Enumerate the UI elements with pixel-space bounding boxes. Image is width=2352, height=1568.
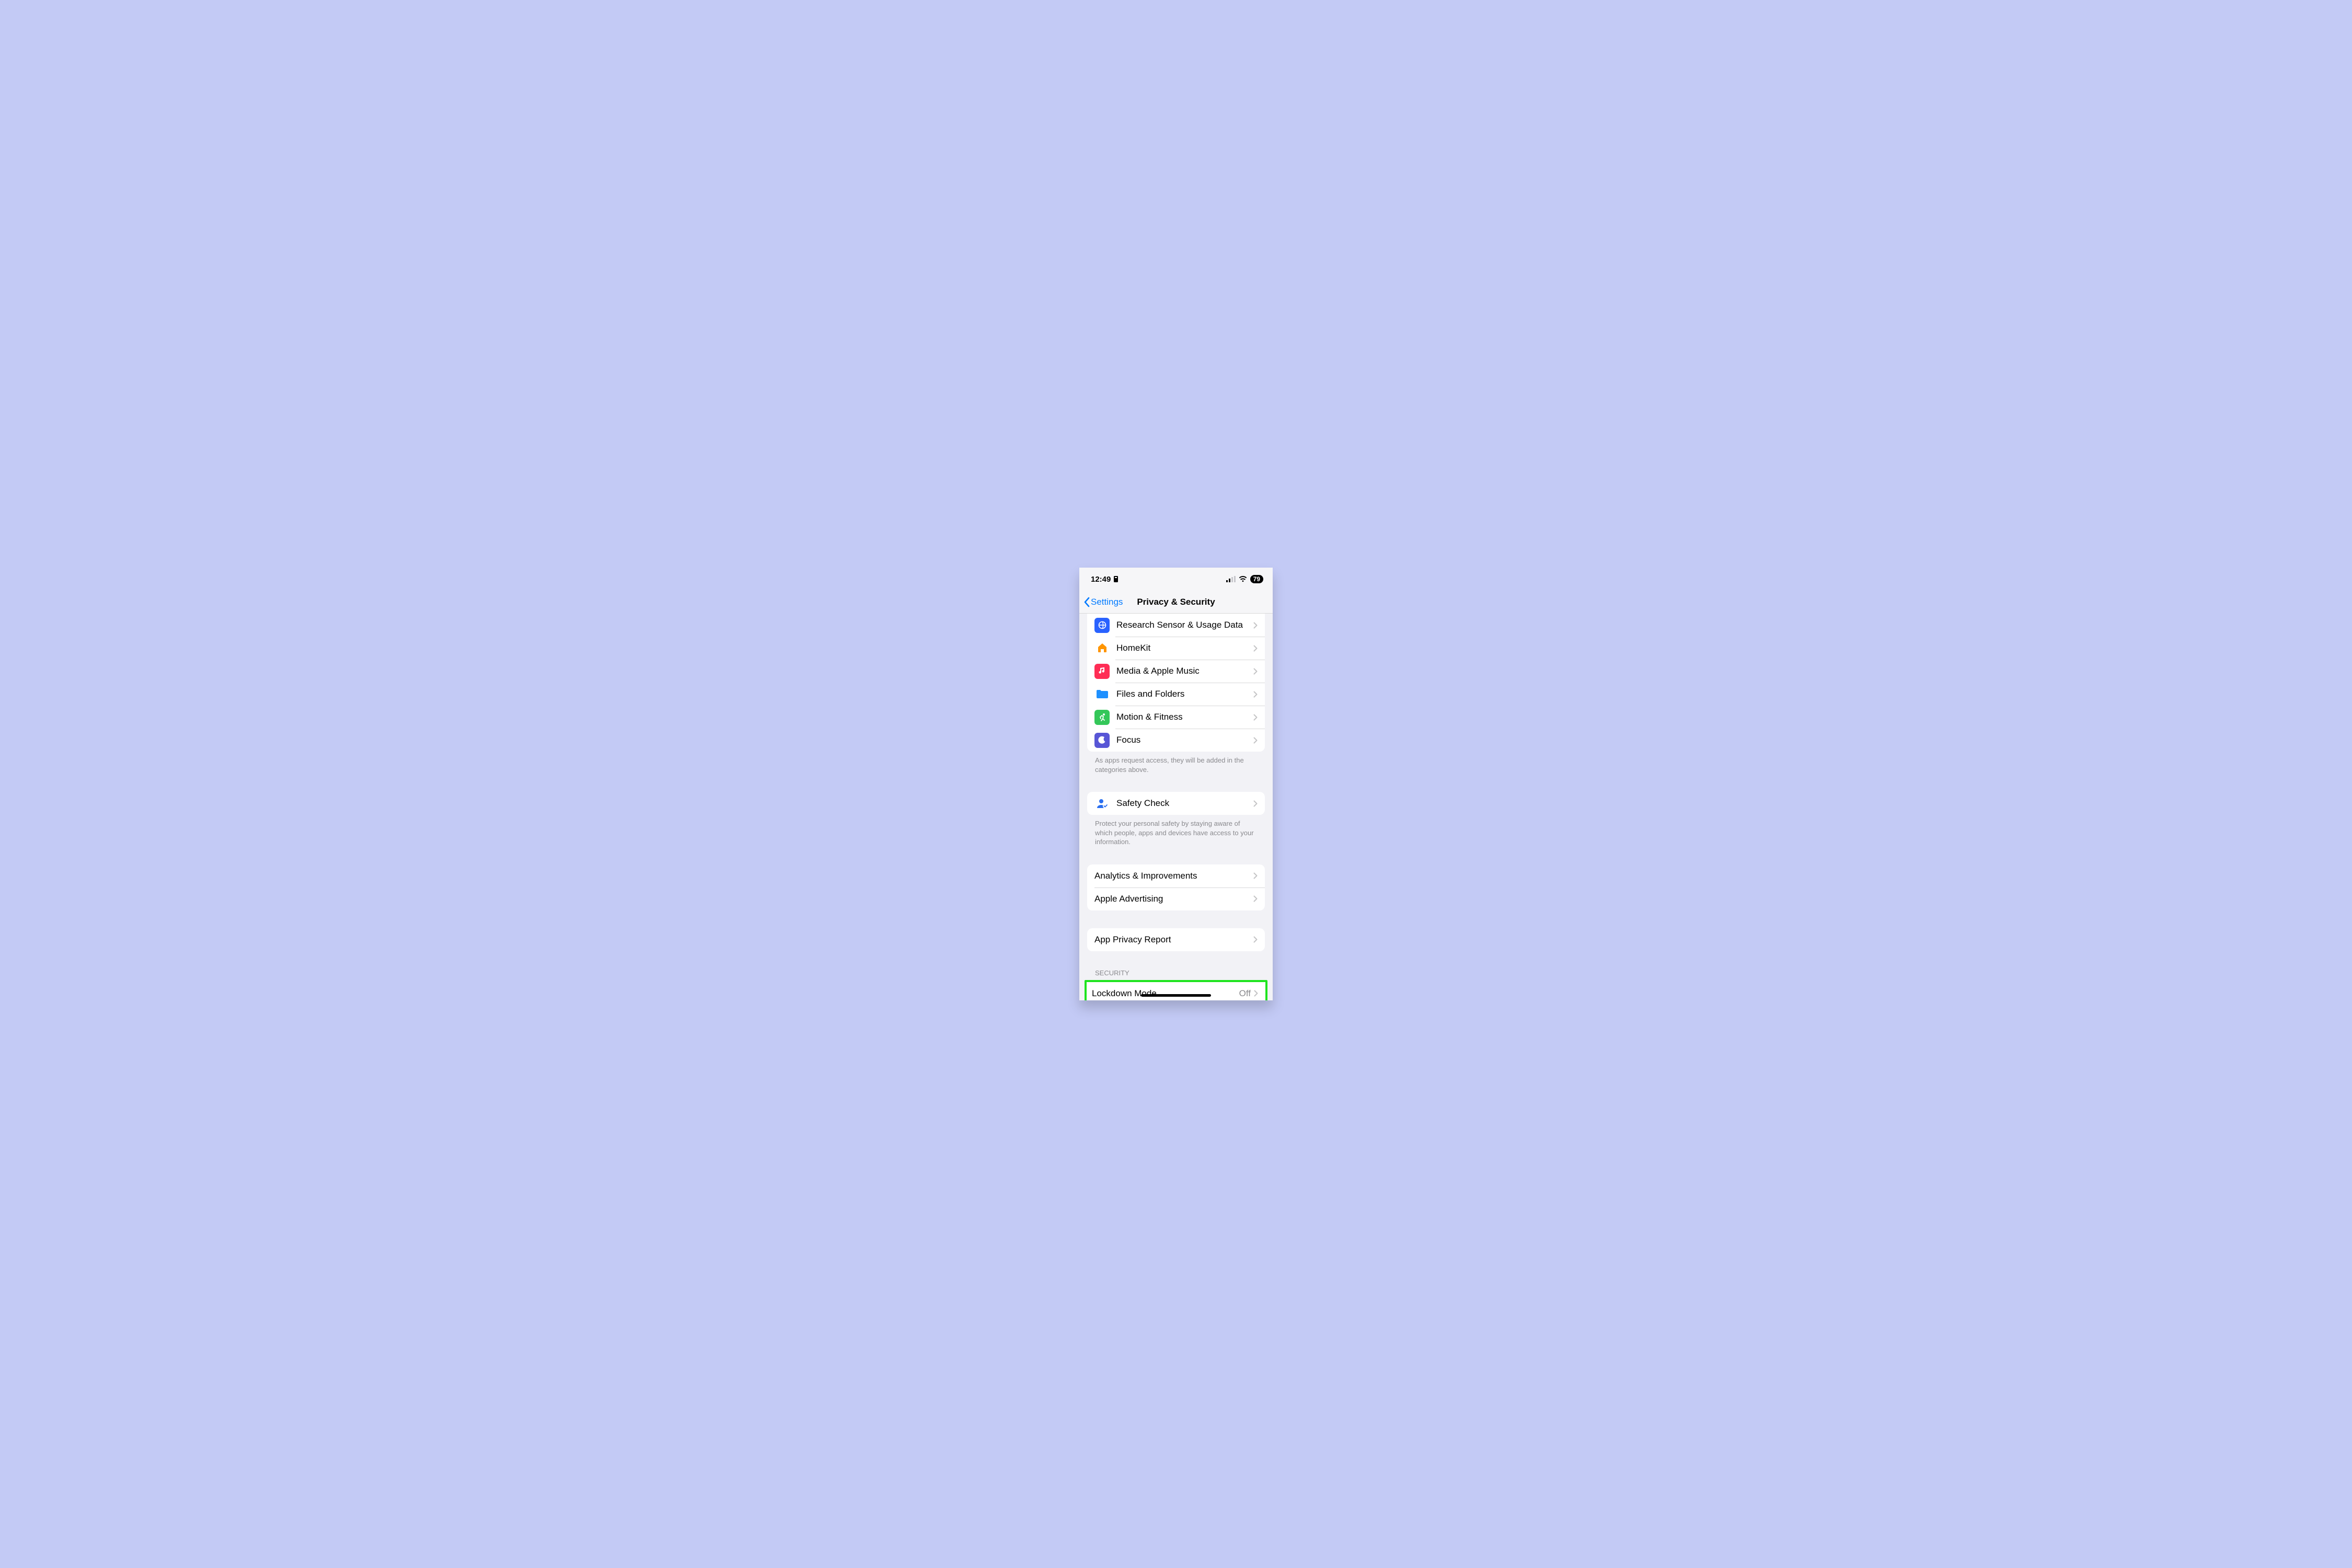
security-header: Security	[1079, 969, 1273, 980]
cell-media-music[interactable]: Media & Apple Music	[1087, 660, 1265, 683]
group-safety-footer: Protect your personal safety by staying …	[1079, 815, 1273, 847]
cell-label: Safety Check	[1116, 798, 1253, 809]
folder-icon	[1094, 687, 1110, 702]
cell-label: Apple Advertising	[1094, 894, 1253, 904]
cell-label: App Privacy Report	[1094, 935, 1253, 945]
status-bar: 12:49 79	[1079, 568, 1273, 591]
cell-safety-check[interactable]: Safety Check	[1087, 792, 1265, 815]
cell-files-folders[interactable]: Files and Folders	[1087, 683, 1265, 706]
chevron-right-icon	[1253, 691, 1258, 698]
annotation-highlight: Lockdown Mode Off	[1085, 980, 1267, 1000]
cell-label: Media & Apple Music	[1116, 666, 1253, 676]
chevron-right-icon	[1253, 895, 1258, 902]
wifi-icon	[1239, 576, 1247, 582]
cell-advertising[interactable]: Apple Advertising	[1087, 887, 1265, 910]
music-icon	[1094, 664, 1110, 679]
focus-icon	[1094, 733, 1110, 748]
nav-bar: Settings Privacy & Security	[1079, 591, 1273, 614]
cell-lockdown-mode[interactable]: Lockdown Mode Off	[1087, 982, 1265, 1000]
group-safety: Safety Check	[1087, 792, 1265, 815]
cell-motion-fitness[interactable]: Motion & Fitness	[1087, 706, 1265, 729]
status-time: 12:49	[1091, 575, 1111, 584]
chevron-right-icon	[1254, 990, 1258, 997]
group-app-privacy: App Privacy Report	[1087, 928, 1265, 951]
cell-analytics[interactable]: Analytics & Improvements	[1087, 864, 1265, 887]
cell-app-privacy-report[interactable]: App Privacy Report	[1087, 928, 1265, 951]
content-scroll[interactable]: Research Sensor & Usage Data HomeKit Med…	[1079, 614, 1273, 1000]
battery-level: 79	[1250, 575, 1263, 583]
home-indicator	[1141, 994, 1211, 997]
cell-label: Analytics & Improvements	[1094, 871, 1253, 881]
cell-label: HomeKit	[1116, 643, 1253, 653]
chevron-right-icon	[1253, 737, 1258, 744]
cell-focus[interactable]: Focus	[1087, 729, 1265, 752]
cell-label: Motion & Fitness	[1116, 712, 1253, 722]
phone-frame: 12:49 79 Setting	[1079, 568, 1273, 1000]
home-icon	[1094, 641, 1110, 656]
nav-back-label: Settings	[1091, 597, 1123, 607]
cell-homekit[interactable]: HomeKit	[1087, 637, 1265, 660]
card-icon	[1113, 575, 1119, 583]
chevron-right-icon	[1253, 800, 1258, 807]
cell-label: Files and Folders	[1116, 689, 1253, 699]
group-access-footer: As apps request access, they will be add…	[1079, 752, 1273, 774]
chevron-left-icon	[1083, 597, 1090, 607]
cell-label: Research Sensor & Usage Data	[1116, 620, 1253, 630]
cell-value: Off	[1239, 988, 1251, 999]
chevron-right-icon	[1253, 668, 1258, 675]
group-access: Research Sensor & Usage Data HomeKit Med…	[1087, 614, 1265, 752]
group-analytics: Analytics & Improvements Apple Advertisi…	[1087, 864, 1265, 910]
nav-back-button[interactable]: Settings	[1083, 597, 1123, 607]
cell-research-sensor[interactable]: Research Sensor & Usage Data	[1087, 614, 1265, 637]
chevron-right-icon	[1253, 622, 1258, 629]
cell-label: Lockdown Mode	[1092, 988, 1239, 999]
chevron-right-icon	[1253, 936, 1258, 943]
chevron-right-icon	[1253, 645, 1258, 652]
chevron-right-icon	[1253, 872, 1258, 879]
chevron-right-icon	[1253, 714, 1258, 721]
research-icon	[1094, 618, 1110, 633]
cellular-icon	[1226, 576, 1236, 582]
fitness-icon	[1094, 710, 1110, 725]
safety-check-icon	[1094, 796, 1110, 811]
cell-label: Focus	[1116, 735, 1253, 745]
